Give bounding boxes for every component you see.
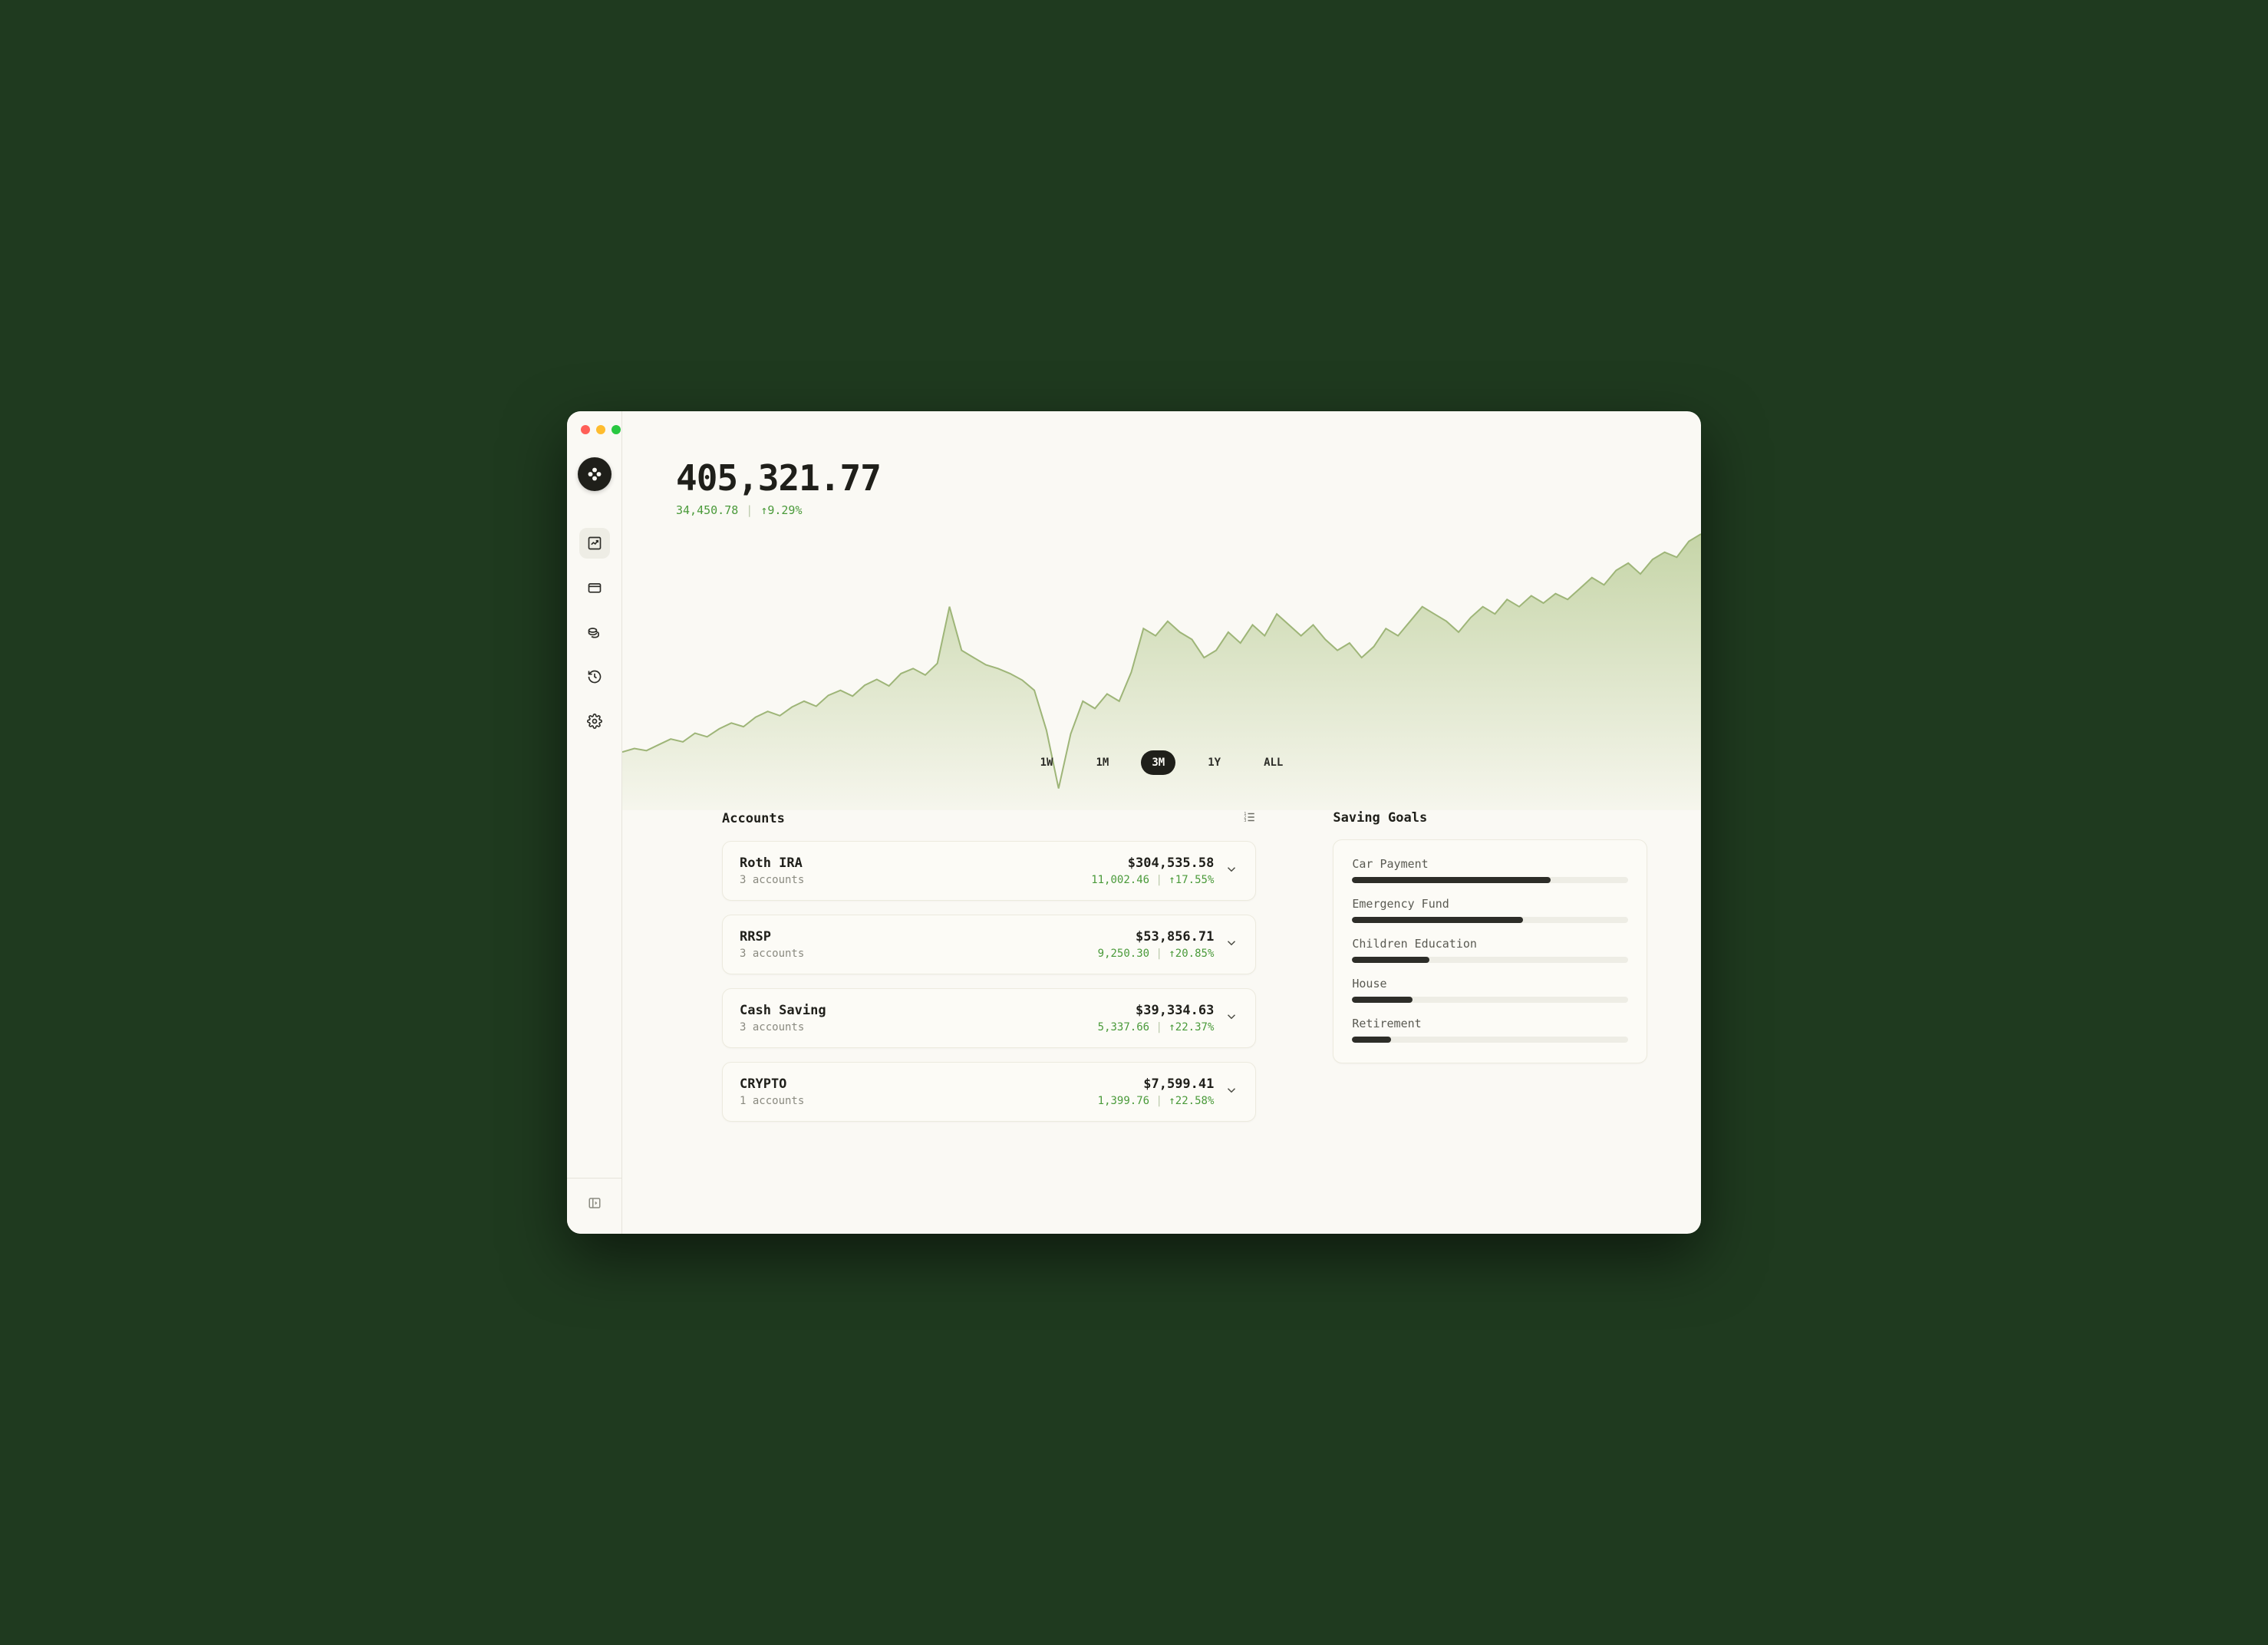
account-row[interactable]: CRYPTO 1 accounts $7,599.41 1,399.76 | ↑22.… [722,1062,1256,1122]
nav-settings[interactable] [579,706,610,737]
goals-section: Saving Goals Car Payment Emergency Fund Ch… [1333,810,1647,1203]
goal-progress-fill [1352,877,1551,883]
range-1y[interactable]: 1Y [1197,750,1231,775]
goal-progress-bar [1352,877,1628,883]
range-1m[interactable]: 1M [1085,750,1119,775]
account-name: Roth IRA [740,855,804,871]
goal-progress-fill [1352,1037,1390,1043]
goal-progress-fill [1352,957,1429,963]
account-amount: $53,856.71 [1098,929,1215,944]
accounts-sort-button[interactable]: 1 2 3 [1242,810,1256,827]
nav-dashboard[interactable] [579,528,610,559]
account-delta: 5,337.66 | ↑22.37% [1098,1021,1215,1033]
goals-heading: Saving Goals [1333,810,1427,826]
history-icon [587,669,602,684]
chevron-down-icon [1225,1083,1238,1097]
account-delta: 11,002.46 | ↑17.55% [1091,874,1214,886]
range-3m[interactable]: 3M [1141,750,1175,775]
list-ordered-icon: 1 2 3 [1242,810,1256,824]
close-window-button[interactable] [581,425,590,434]
nav-history[interactable] [579,661,610,692]
expand-account-button[interactable] [1225,1010,1238,1027]
account-name: Cash Saving [740,1003,826,1018]
goal-label: House [1352,977,1628,991]
goal-progress-bar [1352,1037,1628,1043]
portfolio-header: 405,321.77 34,450.78 | ↑9.29% [676,457,881,517]
window-controls [581,425,621,434]
app-window: 405,321.77 34,450.78 | ↑9.29% 1W 1M 3M 1Y AL… [567,411,1701,1234]
coins-icon [587,625,602,640]
nav-coins[interactable] [579,617,610,648]
app-logo[interactable] [578,457,612,491]
goal-label: Children Education [1352,937,1628,951]
goal-label: Car Payment [1352,857,1628,871]
sidebar-collapse-button[interactable] [579,1188,610,1218]
goal-row[interactable]: Children Education [1352,937,1628,963]
chart-line-icon [587,536,602,551]
accounts-section: Accounts 1 2 3 Roth IRA 3 accounts $304,53… [722,810,1256,1203]
chevron-down-icon [1225,862,1238,876]
maximize-window-button[interactable] [612,425,621,434]
sidebar [567,411,622,1234]
goal-progress-bar [1352,917,1628,923]
goal-row[interactable]: House [1352,977,1628,1003]
wallet-icon [587,580,602,595]
goal-label: Retirement [1352,1017,1628,1030]
time-range-picker: 1W 1M 3M 1Y ALL [622,750,1701,775]
account-subtitle: 3 accounts [740,874,804,886]
goal-progress-fill [1352,917,1523,923]
account-amount: $7,599.41 [1098,1076,1215,1092]
goal-row[interactable]: Retirement [1352,1017,1628,1043]
panel-expand-icon [588,1196,602,1210]
gear-icon [587,714,602,729]
goal-row[interactable]: Car Payment [1352,857,1628,883]
account-row[interactable]: RRSP 3 accounts $53,856.71 9,250.30 | ↑20.8… [722,915,1256,974]
range-all[interactable]: ALL [1253,750,1294,775]
chevron-down-icon [1225,936,1238,950]
total-balance: 405,321.77 [676,457,881,499]
account-amount: $39,334.63 [1098,1003,1215,1018]
goals-card: Car Payment Emergency Fund Children Educat… [1333,839,1647,1063]
delta-absolute: 34,450.78 [676,503,738,517]
main-content: 405,321.77 34,450.78 | ↑9.29% 1W 1M 3M 1Y AL… [622,411,1701,1234]
account-row[interactable]: Roth IRA 3 accounts $304,535.58 11,002.46 |… [722,841,1256,901]
delta-separator: | [746,503,753,517]
logo-icon [586,466,603,483]
svg-text:3: 3 [1244,819,1247,823]
goal-label: Emergency Fund [1352,897,1628,911]
expand-account-button[interactable] [1225,1083,1238,1100]
expand-account-button[interactable] [1225,936,1238,953]
account-subtitle: 3 accounts [740,1021,826,1033]
account-delta: 1,399.76 | ↑22.58% [1098,1095,1215,1107]
goal-progress-bar [1352,957,1628,963]
range-1w[interactable]: 1W [1030,750,1064,775]
goal-progress-fill [1352,997,1413,1003]
account-subtitle: 1 accounts [740,1095,804,1107]
chevron-down-icon [1225,1010,1238,1024]
expand-account-button[interactable] [1225,862,1238,879]
goal-row[interactable]: Emergency Fund [1352,897,1628,923]
account-name: CRYPTO [740,1076,804,1092]
account-row[interactable]: Cash Saving 3 accounts $39,334.63 5,337.66 … [722,988,1256,1048]
nav-wallet[interactable] [579,572,610,603]
balance-delta: 34,450.78 | ↑9.29% [676,503,881,517]
delta-percent: ↑9.29% [760,503,802,517]
account-name: RRSP [740,929,804,944]
account-amount: $304,535.58 [1091,855,1214,871]
account-subtitle: 3 accounts [740,948,804,960]
account-delta: 9,250.30 | ↑20.85% [1098,948,1215,960]
accounts-heading: Accounts [722,811,785,826]
minimize-window-button[interactable] [596,425,605,434]
goal-progress-bar [1352,997,1628,1003]
